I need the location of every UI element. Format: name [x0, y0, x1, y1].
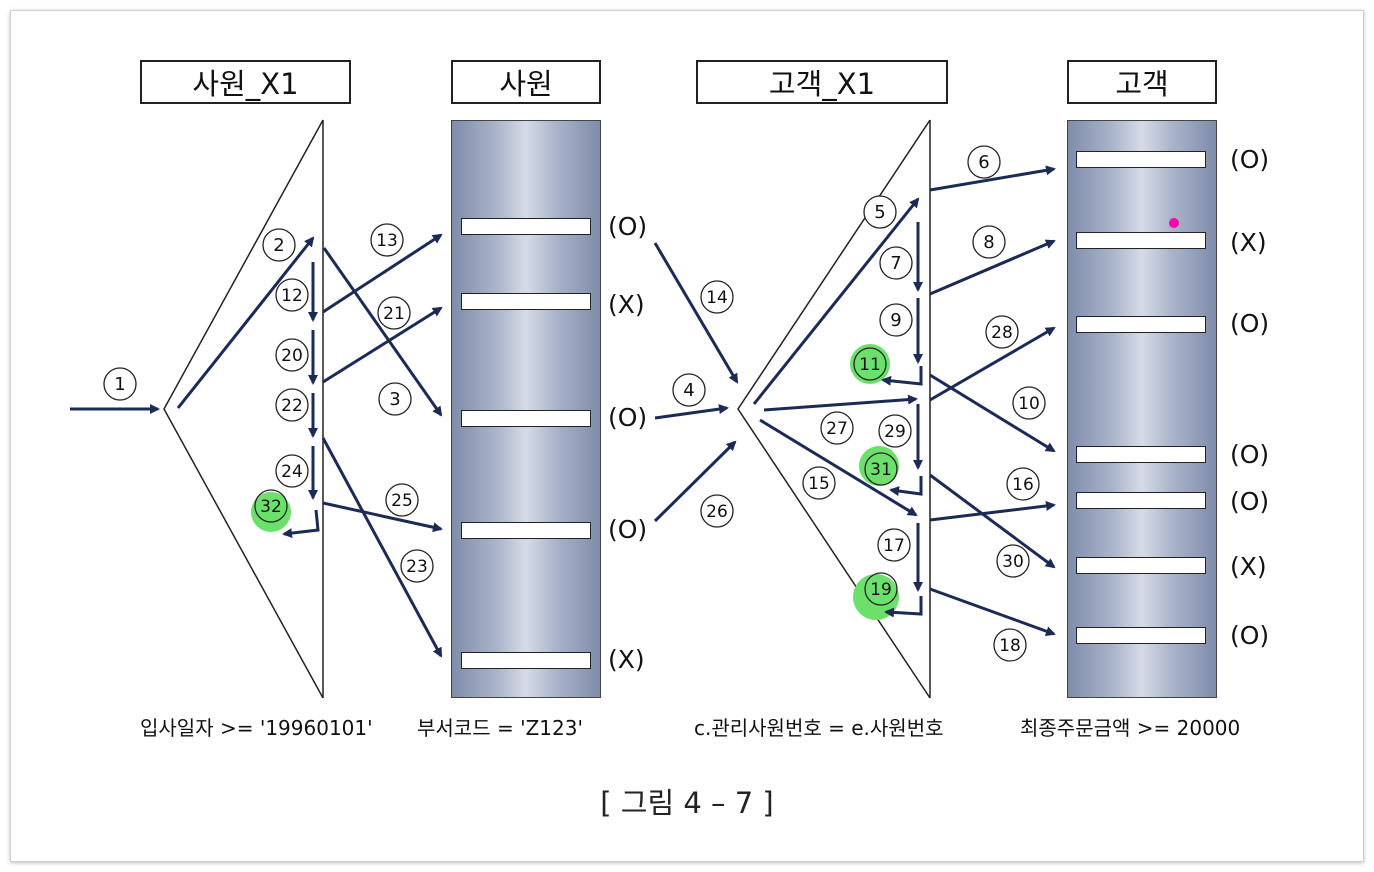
step-6: 6	[967, 145, 1001, 179]
cust-index-condition: c.관리사원번호 = e.사원번호	[694, 716, 944, 740]
step-label-7: 7	[890, 253, 901, 274]
arrow-4	[654, 404, 729, 420]
step-13: 13	[370, 223, 404, 257]
step-label-26: 26	[706, 502, 728, 522]
step-label-9: 9	[890, 310, 901, 331]
arrow-27	[763, 394, 918, 412]
step-24: 24	[275, 454, 309, 488]
hook-31	[889, 476, 923, 497]
marker-dot	[1169, 218, 1179, 228]
step-label-17: 17	[883, 536, 905, 556]
step-label-19: 19	[870, 580, 892, 600]
step-label-30: 30	[1002, 552, 1024, 572]
arrow-23	[321, 437, 443, 658]
step-3: 3	[378, 382, 412, 416]
step-5: 5	[863, 195, 897, 229]
step-label-22: 22	[281, 396, 303, 416]
step-label-21: 21	[383, 304, 405, 324]
step-label-6: 6	[978, 152, 989, 173]
step-label-23: 23	[406, 557, 428, 577]
step-25: 25	[385, 483, 419, 517]
step-8: 8	[972, 225, 1006, 259]
step-label-32: 32	[260, 497, 282, 517]
step-12: 12	[275, 278, 309, 312]
arrow-16	[929, 500, 1056, 522]
step-1: 1	[103, 367, 137, 401]
step-label-8: 8	[983, 232, 994, 253]
step-label-12: 12	[281, 286, 303, 306]
arrow-14	[653, 242, 739, 384]
arrow-2	[176, 236, 315, 409]
step-label-25: 25	[391, 491, 413, 511]
step-label-4: 4	[683, 380, 694, 401]
cust-table-condition: 최종주문금액 >= 20000	[1020, 716, 1241, 740]
step-label-24: 24	[281, 462, 303, 482]
step-21: 21	[377, 296, 411, 330]
step-label-31: 31	[870, 460, 892, 480]
step-label-20: 20	[281, 346, 303, 366]
step-14: 14	[700, 280, 734, 314]
step-label-13: 13	[376, 231, 398, 251]
step-29: 29	[878, 414, 912, 448]
access-path-diagram: 123 456789101112131415 1617181920212223242…	[70, 119, 1179, 699]
emp-index-condition: 입사일자 >= '19960101'	[140, 716, 373, 740]
step-label-10: 10	[1018, 394, 1040, 414]
step-17: 17	[877, 528, 911, 562]
step-label-5: 5	[874, 202, 885, 223]
step-30: 30	[996, 544, 1030, 578]
step-10: 10	[1012, 386, 1046, 420]
step-label-27: 27	[826, 419, 848, 439]
step-label-29: 29	[884, 422, 906, 442]
step-20: 20	[275, 338, 309, 372]
step-4: 4	[672, 373, 706, 407]
step-label-16: 16	[1012, 475, 1034, 495]
figure-caption: [ 그림 4 – 7 ]	[600, 786, 774, 820]
step-26: 26	[700, 494, 734, 528]
step-22: 22	[275, 388, 309, 422]
step-label-14: 14	[706, 288, 728, 308]
step-7: 7	[879, 246, 913, 280]
step-label-11: 11	[859, 355, 881, 375]
step-label-1: 1	[114, 374, 125, 395]
step-16: 16	[1006, 467, 1040, 501]
step-27: 27	[820, 411, 854, 445]
arrow-25	[322, 501, 443, 533]
arrow-18	[929, 587, 1056, 636]
step-label-15: 15	[808, 474, 830, 494]
step-label-28: 28	[991, 323, 1013, 343]
step-18: 18	[993, 628, 1027, 662]
step-15: 15	[802, 466, 836, 500]
step-2: 2	[262, 228, 296, 262]
step-28: 28	[985, 315, 1019, 349]
step-number-layer: 123 456789101112131415 1617181920212223242…	[103, 145, 1046, 662]
step-label-2: 2	[273, 235, 284, 256]
emp-table-condition: 부서코드 = 'Z123'	[417, 716, 583, 740]
step-label-3: 3	[389, 389, 400, 410]
step-9: 9	[879, 303, 913, 337]
arrow-5	[752, 197, 920, 405]
step-23: 23	[400, 549, 434, 583]
step-label-18: 18	[999, 636, 1021, 656]
